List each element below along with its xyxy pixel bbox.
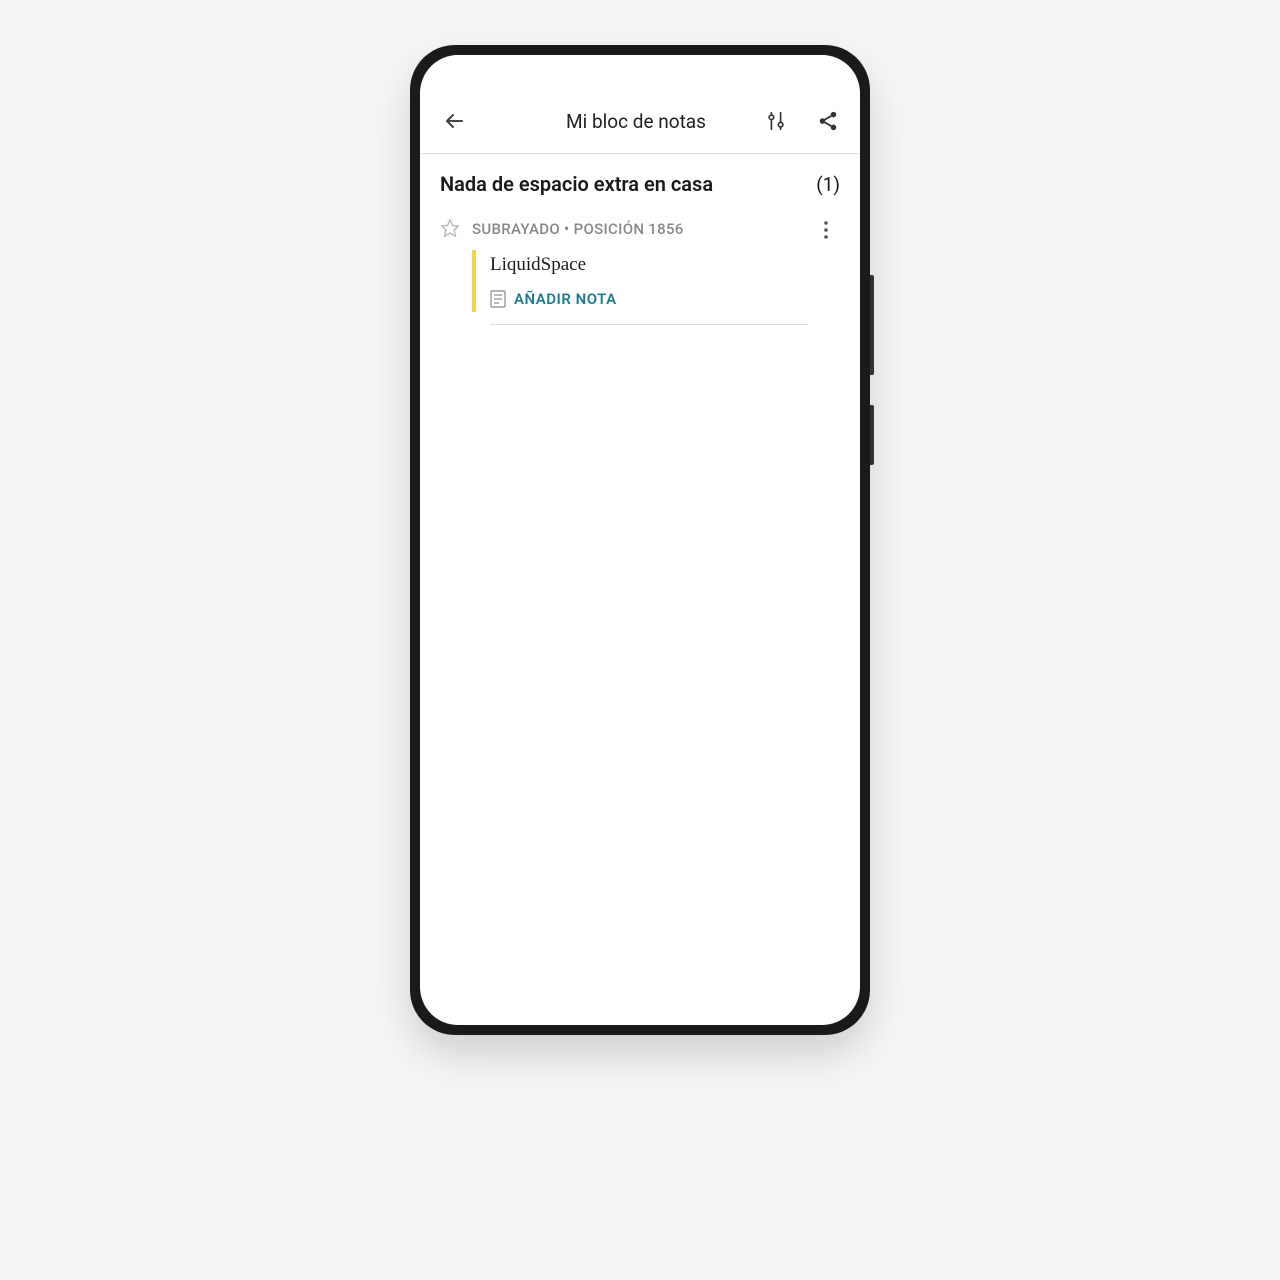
highlight-color-bar xyxy=(472,250,476,312)
highlight-text[interactable]: LiquidSpace xyxy=(490,254,840,276)
highlight-item: SUBRAYADO • POSICIÓN 1856 LiquidSpace xyxy=(420,210,860,341)
highlight-header-row: SUBRAYADO • POSICIÓN 1856 xyxy=(440,218,840,240)
note-icon xyxy=(490,290,506,308)
more-options-button[interactable] xyxy=(814,218,838,242)
arrow-left-icon xyxy=(442,109,466,133)
share-icon xyxy=(817,110,839,132)
sliders-icon xyxy=(765,110,787,132)
section-title: Nada de espacio extra en casa xyxy=(440,172,713,196)
status-bar xyxy=(420,55,860,95)
add-note-label: AÑADIR NOTA xyxy=(514,290,617,308)
highlight-body: LiquidSpace AÑADIR NOTA xyxy=(472,250,840,312)
highlight-content: LiquidSpace AÑADIR NOTA xyxy=(490,250,840,312)
star-outline-icon xyxy=(440,218,460,238)
section-header: Nada de espacio extra en casa (1) xyxy=(420,154,860,210)
screen: Mi bloc de notas xyxy=(420,55,860,1025)
item-divider xyxy=(490,324,808,325)
header-actions xyxy=(762,107,842,135)
back-button[interactable] xyxy=(438,105,470,137)
highlight-meta: SUBRAYADO • POSICIÓN 1856 xyxy=(472,220,684,238)
app-header: Mi bloc de notas xyxy=(420,95,860,154)
section-count: (1) xyxy=(816,173,840,196)
meta-separator: • xyxy=(560,220,574,238)
highlight-type: SUBRAYADO xyxy=(472,220,560,238)
highlight-position: POSICIÓN 1856 xyxy=(574,220,684,238)
share-button[interactable] xyxy=(814,107,842,135)
filter-button[interactable] xyxy=(762,107,790,135)
add-note-button[interactable]: AÑADIR NOTA xyxy=(490,290,840,308)
phone-frame: Mi bloc de notas xyxy=(410,45,870,1035)
dots-vertical-icon xyxy=(824,221,828,239)
page-title: Mi bloc de notas xyxy=(470,110,762,133)
star-button[interactable] xyxy=(440,218,462,240)
